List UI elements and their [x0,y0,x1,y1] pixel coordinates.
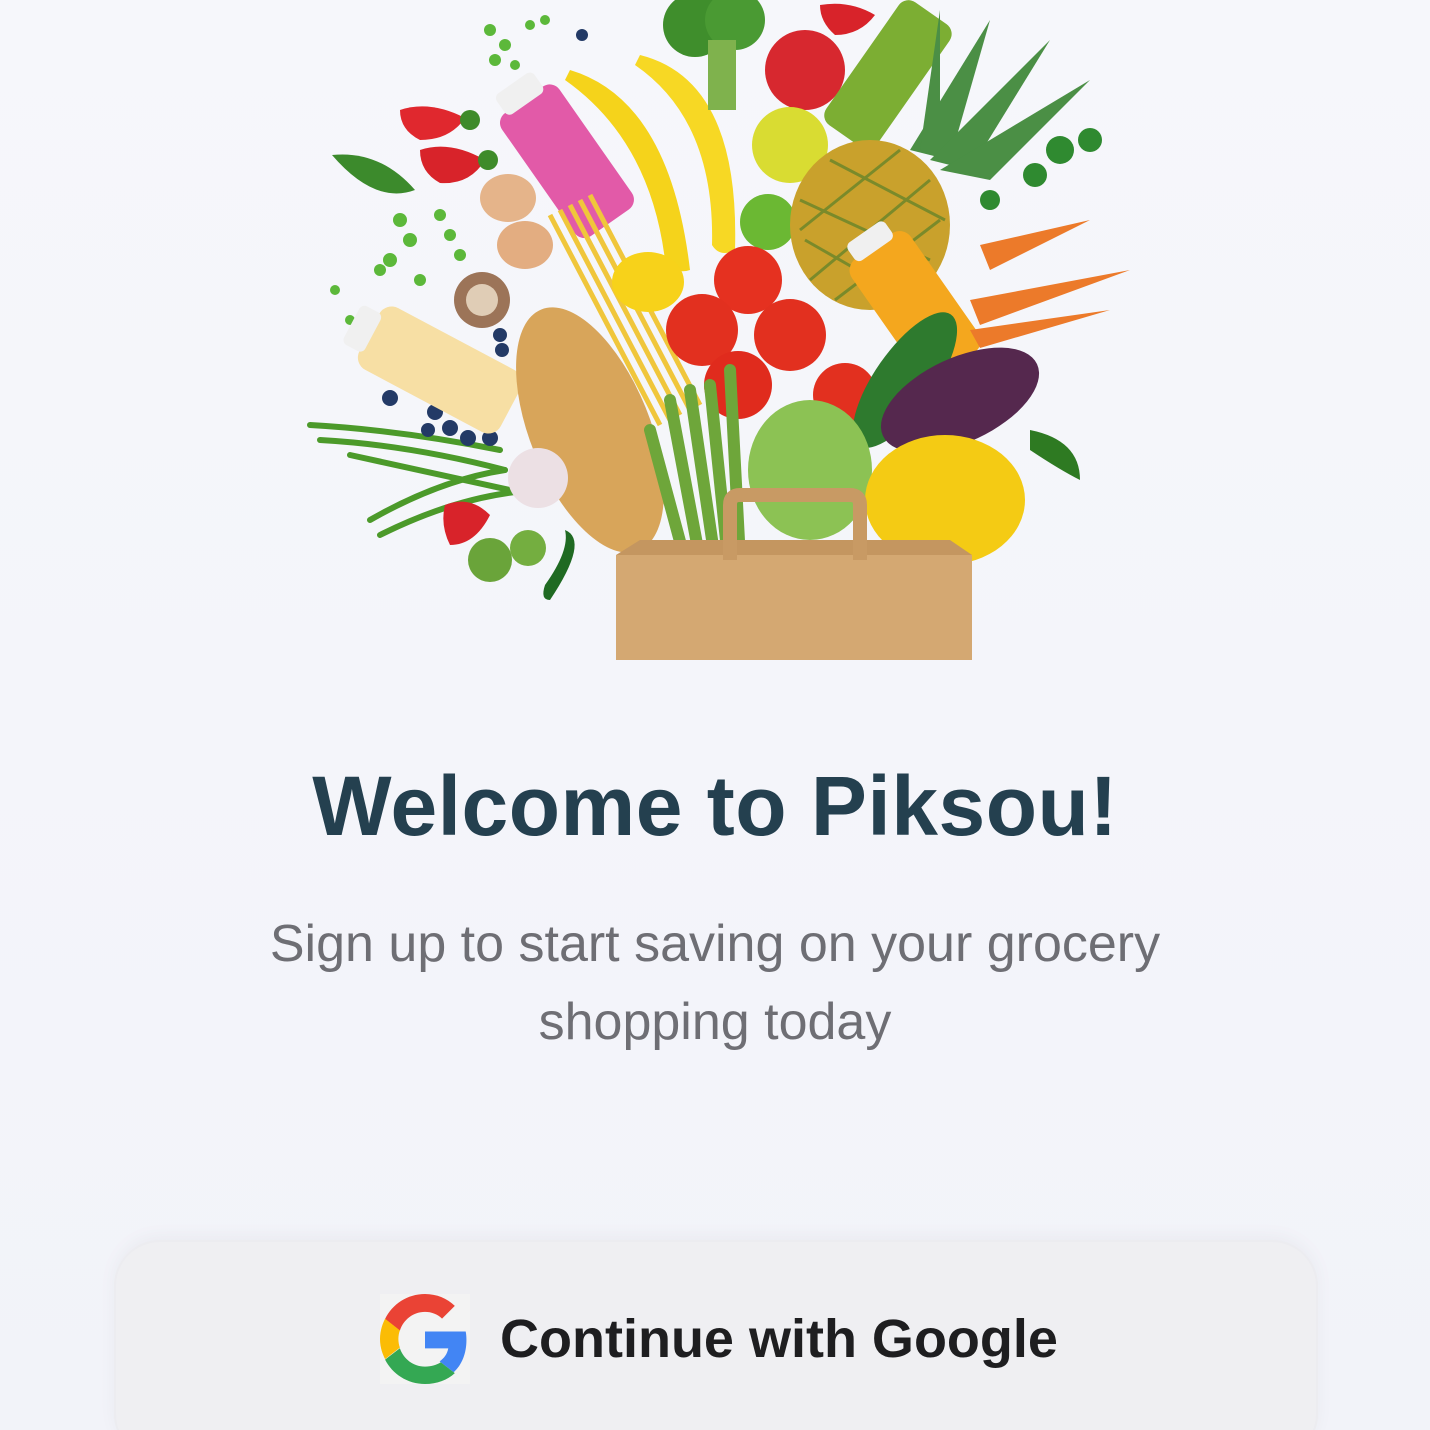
welcome-title: Welcome to Piksou! [312,759,1118,853]
continue-with-google-button[interactable]: Continue with Google [114,1240,1318,1430]
signup-screen: Welcome to Piksou! Sign up to start savi… [0,0,1430,1430]
welcome-subtitle: Sign up to start saving on your grocery … [269,915,1161,1051]
grocery-bag-illustration [290,0,1150,660]
google-icon [380,1294,470,1384]
continue-with-google-label: Continue with Google [500,1309,1058,1369]
